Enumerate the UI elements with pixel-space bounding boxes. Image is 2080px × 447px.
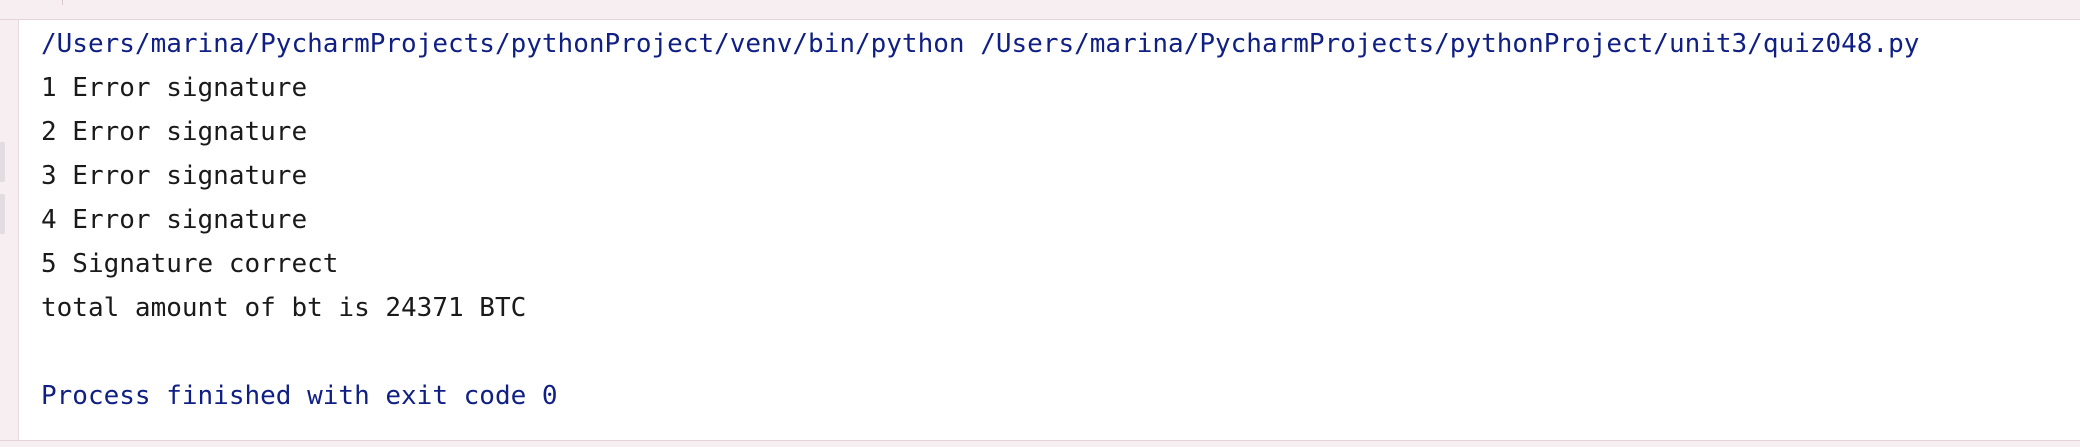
run-command-line[interactable]: /Users/marina/PycharmProjects/pythonProj… xyxy=(41,24,1919,64)
output-line: total amount of bt is 24371 BTC xyxy=(41,293,527,323)
output-line: 4 Error signature xyxy=(41,205,308,235)
tool-window-header xyxy=(0,0,2080,20)
gutter-marker[interactable] xyxy=(0,194,5,234)
output-line: 5 Signature correct xyxy=(41,249,339,279)
output-line: 1 Error signature xyxy=(41,73,308,103)
output-line: 2 Error signature xyxy=(41,117,308,147)
header-divider xyxy=(62,0,63,5)
console-output[interactable]: /Users/marina/PycharmProjects/pythonProj… xyxy=(19,20,2080,440)
output-line: 3 Error signature xyxy=(41,161,308,191)
process-exit-message: Process finished with exit code 0 xyxy=(41,381,558,411)
run-tool-window: /Users/marina/PycharmProjects/pythonProj… xyxy=(0,0,2080,447)
console-gutter xyxy=(0,20,19,440)
gutter-marker[interactable] xyxy=(0,142,5,182)
